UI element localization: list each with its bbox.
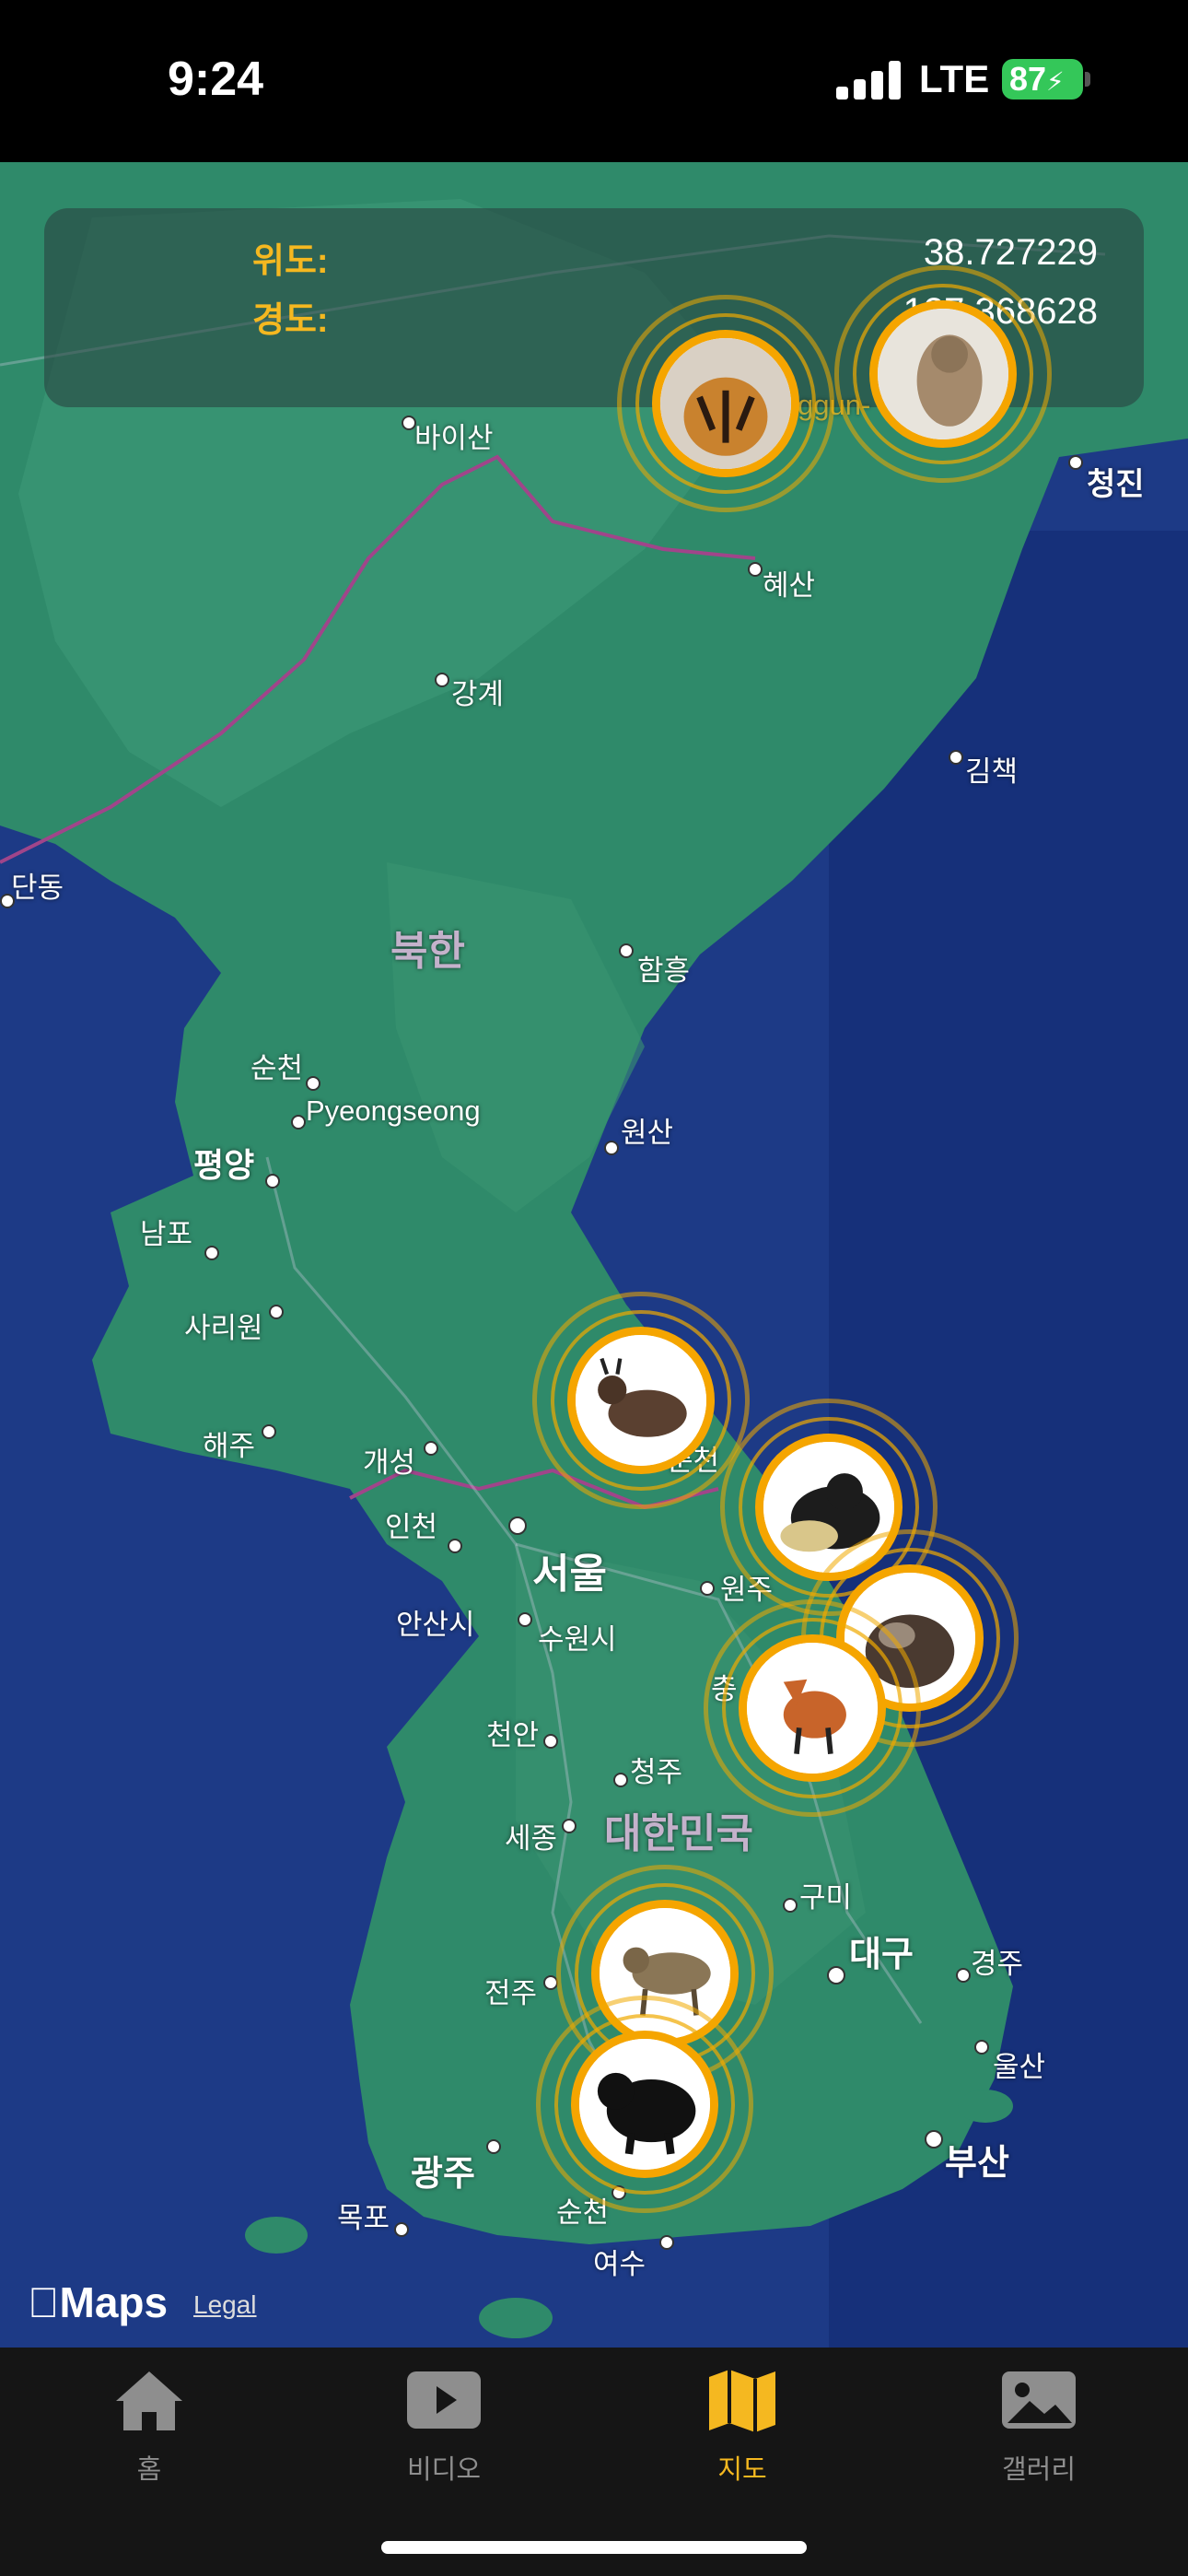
map-label-jeonju: 전주 (484, 1977, 538, 2009)
marker-black-bear[interactable] (536, 1996, 753, 2213)
map-label-suwon: 수원시 (538, 1623, 617, 1656)
map-label-sariwon: 사리원 (184, 1312, 263, 1344)
map-label-wonsan: 원산 (621, 1117, 674, 1149)
fox-icon (747, 1643, 878, 1774)
legal-link[interactable]: Legal (193, 2290, 257, 2320)
map-label-ulsan: 울산 (993, 2051, 1046, 2083)
network-type: LTE (919, 57, 990, 100)
map-label-baisan: 바이산 (414, 422, 494, 454)
map-label-hamheung: 함흥 (637, 954, 691, 987)
lynx-icon (878, 309, 1008, 439)
tab-video[interactable]: 비디오 (370, 2366, 518, 2495)
map-label-haeju: 해주 (203, 1430, 256, 1462)
map-label-pyongyang: 평양 (193, 1146, 255, 1184)
map-label-ganggye: 강계 (451, 678, 505, 710)
map-label-daegu: 대구 (849, 1936, 914, 1974)
tiger-icon (660, 338, 791, 469)
map-label-pyeongseong: Pyeongseong (306, 1095, 481, 1127)
map-label-ansan: 안산시 (396, 1609, 475, 1641)
map-label-sejong: 세종 (505, 1822, 558, 1855)
map-label-daehanminguk: 대한민국 (604, 1811, 753, 1856)
house-icon (116, 2371, 182, 2430)
marker-tiger[interactable] (617, 295, 834, 512)
map-label-dandong: 단동 (11, 872, 64, 904)
map-icon (709, 2370, 775, 2432)
tab-gallery[interactable]: 갤러리 (965, 2366, 1112, 2495)
map-label-cheongjin: 청진 (1087, 467, 1145, 502)
battery-icon: 87⚡ (1002, 59, 1083, 100)
marker-fox[interactable] (704, 1599, 921, 1817)
latitude-label: 위도: (252, 242, 329, 281)
tab-map[interactable]: 지도 (669, 2366, 816, 2495)
apple-icon:  (28, 2278, 60, 2326)
tab-home[interactable]: 홈 (76, 2366, 223, 2495)
map-label-incheon: 인천 (385, 1511, 438, 1543)
map-label-mokpo: 목포 (337, 2202, 390, 2234)
tab-video-label: 비디오 (406, 2455, 482, 2485)
marker-goral[interactable] (532, 1292, 750, 1509)
map-label-gwangju: 광주 (411, 2155, 475, 2194)
tab-home-label: 홈 (136, 2455, 162, 2485)
map-label-gimchaek: 김책 (965, 755, 1019, 788)
battery-level: 87 (1009, 60, 1047, 98)
status-bar: 9:24 LTE 87⚡ (0, 0, 1188, 162)
signal-icon (836, 61, 901, 100)
black-bear-icon (579, 2039, 710, 2170)
map-label-hyesan: 혜산 (763, 569, 816, 602)
map-label-kaesong: 개성 (363, 1446, 416, 1479)
tab-map-label: 지도 (717, 2455, 767, 2485)
status-time: 9:24 (168, 53, 264, 106)
map-label-gyeongju: 경주 (971, 1948, 1024, 1980)
map-label-bukhan: 북한 (390, 929, 465, 974)
longitude-label: 경도: (252, 301, 329, 340)
map-view[interactable]: 바이산 청진 혜산 강계 김책 단동 북한 함흥 순천 Pyeongseong … (0, 162, 1188, 2348)
map-label-yeosu: 여수 (593, 2248, 646, 2280)
play-icon (407, 2371, 481, 2429)
marker-lynx[interactable] (834, 265, 1052, 483)
apple-maps-logo: Maps (28, 2278, 168, 2326)
map-label-gumi: 구미 (799, 1881, 853, 1914)
map-label-cheonan: 천안 (486, 1719, 540, 1751)
map-label-seoul: 서울 (532, 1551, 607, 1597)
map-label-cheongju: 청주 (630, 1756, 683, 1788)
map-label-busan: 부산 (945, 2144, 1009, 2183)
photo-icon (1002, 2371, 1076, 2429)
map-label-nampo: 남포 (140, 1218, 193, 1250)
goral-icon (576, 1335, 706, 1466)
home-indicator (381, 2541, 807, 2554)
tab-gallery-label: 갤러리 (1001, 2455, 1077, 2485)
map-label-suncheon-north: 순천 (250, 1052, 304, 1084)
